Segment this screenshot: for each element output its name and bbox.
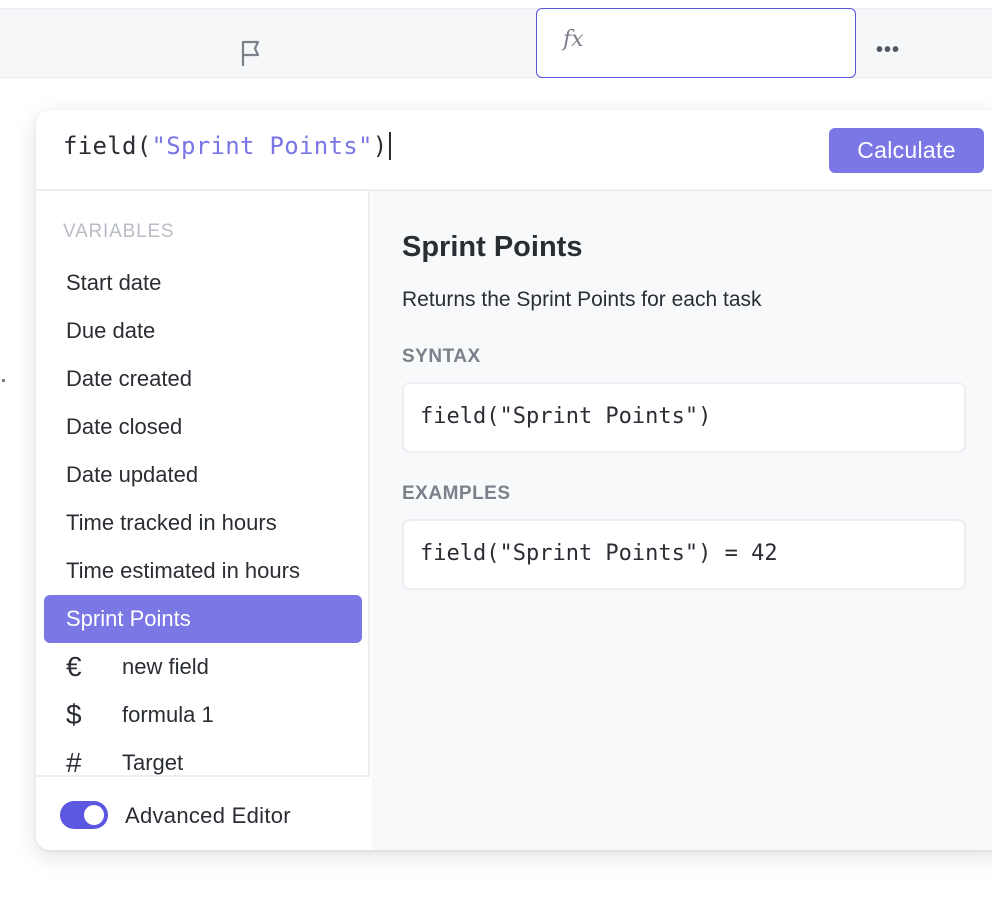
formula-close-paren: ) bbox=[372, 132, 388, 160]
variable-item-label: Date updated bbox=[66, 462, 199, 487]
stray-dot bbox=[2, 379, 5, 382]
advanced-editor-label: Advanced Editor bbox=[125, 803, 291, 828]
formula-function: field( bbox=[63, 132, 152, 160]
variable-item[interactable]: Start date bbox=[44, 259, 362, 307]
formula-string-arg: "Sprint Points" bbox=[151, 132, 373, 160]
toggle-knob bbox=[84, 805, 104, 825]
variable-item-label: Sprint Points bbox=[66, 606, 191, 631]
variable-item-label: Time tracked in hours bbox=[66, 510, 277, 535]
text-caret bbox=[388, 132, 391, 160]
formula-editor-popup: field("Sprint Points") Calculate VARIABL… bbox=[36, 110, 992, 850]
variables-list: Start date Due date Date created Date close… bbox=[44, 259, 362, 787]
variable-item[interactable]: € new field bbox=[44, 643, 362, 691]
dollar-icon: $ bbox=[66, 699, 82, 730]
formula-input[interactable]: field("Sprint Points") bbox=[63, 132, 391, 160]
doc-description: Returns the Sprint Points for each task bbox=[402, 288, 762, 311]
flag-icon[interactable] bbox=[240, 39, 264, 67]
more-options-icon[interactable]: ••• bbox=[876, 39, 900, 62]
examples-label: EXAMPLES bbox=[402, 483, 511, 504]
syntax-label: SYNTAX bbox=[402, 346, 481, 367]
syntax-code-box: field("Sprint Points") bbox=[402, 382, 966, 453]
variable-item[interactable]: Sprint Points bbox=[44, 595, 362, 643]
variable-item-label: Time estimated in hours bbox=[66, 558, 300, 583]
variable-item[interactable]: Date created bbox=[44, 355, 362, 403]
variable-item[interactable]: Time tracked in hours bbox=[44, 499, 362, 547]
variables-footer: Advanced Editor bbox=[36, 775, 370, 850]
variable-item-label: Date closed bbox=[66, 414, 183, 439]
fx-icon: fx bbox=[563, 27, 584, 52]
variable-item[interactable]: $ formula 1 bbox=[44, 691, 362, 739]
variables-panel: VARIABLES Start date Due date Date created… bbox=[36, 191, 370, 850]
variable-item-label: Start date bbox=[66, 270, 162, 295]
documentation-panel: Sprint Points Returns the Sprint Points … bbox=[372, 191, 992, 850]
variable-item-label: Due date bbox=[66, 318, 156, 343]
formula-field-input[interactable]: fx bbox=[536, 8, 856, 78]
doc-title: Sprint Points bbox=[402, 231, 583, 263]
example-code-box: field("Sprint Points") = 42 bbox=[402, 519, 966, 590]
variable-item-label: Target bbox=[122, 750, 184, 775]
variable-item[interactable]: Date updated bbox=[44, 451, 362, 499]
calculate-button[interactable]: Calculate bbox=[829, 128, 984, 173]
formula-editor-row: field("Sprint Points") Calculate bbox=[36, 110, 992, 191]
variable-item-label: Date created bbox=[66, 366, 192, 391]
advanced-editor-toggle[interactable] bbox=[60, 801, 108, 829]
variable-item[interactable]: Time estimated in hours bbox=[44, 547, 362, 595]
variable-item-label: formula 1 bbox=[122, 702, 214, 727]
variable-item[interactable]: Due date bbox=[44, 307, 362, 355]
variable-item-label: new field bbox=[122, 654, 209, 679]
variables-section-label: VARIABLES bbox=[63, 221, 175, 242]
euro-icon: € bbox=[66, 651, 82, 682]
variable-item[interactable]: Date closed bbox=[44, 403, 362, 451]
